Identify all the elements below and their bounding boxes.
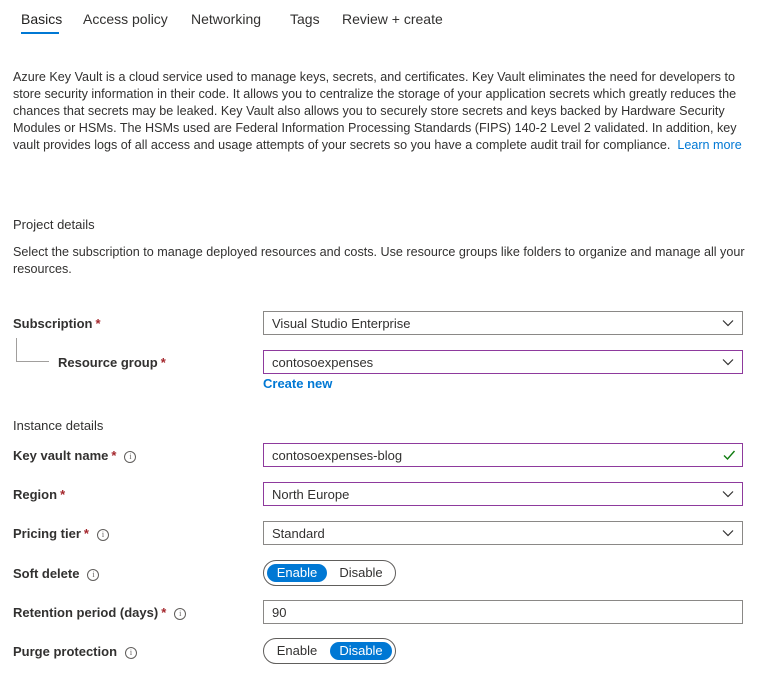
pricing-tier-label-text: Pricing tier <box>13 526 81 541</box>
retention-period-input[interactable]: 90 <box>263 600 743 624</box>
key-vault-name-input[interactable]: contosoexpenses-blog <box>263 443 743 467</box>
tab-review-create[interactable]: Review + create <box>342 11 443 27</box>
retention-period-label-text: Retention period (days) <box>13 605 159 620</box>
purge-protection-enable-option[interactable]: Enable <box>267 642 327 660</box>
chevron-down-icon <box>722 530 734 537</box>
instance-details-heading: Instance details <box>13 418 104 433</box>
tab-access-policy[interactable]: Access policy <box>83 11 168 27</box>
create-new-link[interactable]: Create new <box>263 376 332 391</box>
resource-group-label: Resource group * <box>58 355 166 370</box>
pricing-tier-value: Standard <box>272 526 325 541</box>
subscription-label-text: Subscription <box>13 316 93 331</box>
required-marker: * <box>111 448 117 463</box>
info-icon[interactable]: i <box>124 451 137 463</box>
pricing-tier-label: Pricing tier * i <box>13 526 109 541</box>
region-label: Region * <box>13 487 65 502</box>
purge-protection-label-text: Purge protection <box>13 644 118 659</box>
subscription-label: Subscription * <box>13 316 101 331</box>
intro-text: Azure Key Vault is a cloud service used … <box>13 70 737 152</box>
resource-group-label-text: Resource group <box>58 355 158 370</box>
required-marker: * <box>83 526 89 541</box>
chevron-down-icon <box>722 359 734 366</box>
info-icon[interactable]: i <box>125 647 138 659</box>
key-vault-name-label-text: Key vault name <box>13 448 109 463</box>
purge-protection-toggle: Enable Disable <box>263 638 396 664</box>
key-vault-name-value: contosoexpenses-blog <box>272 448 403 463</box>
retention-period-label: Retention period (days) * i <box>13 605 187 620</box>
purge-protection-label: Purge protection i <box>13 644 138 659</box>
resource-group-dropdown[interactable]: contosoexpenses <box>263 350 743 374</box>
soft-delete-disable-option[interactable]: Disable <box>330 564 392 582</box>
tab-tags[interactable]: Tags <box>290 11 320 27</box>
required-marker: * <box>95 316 101 331</box>
info-icon[interactable]: i <box>174 608 187 620</box>
intro-description: Azure Key Vault is a cloud service used … <box>13 69 748 154</box>
required-marker: * <box>160 355 166 370</box>
region-value: North Europe <box>272 487 350 502</box>
tree-connector <box>16 338 49 362</box>
chevron-down-icon <box>722 491 734 498</box>
learn-more-link[interactable]: Learn more <box>677 138 741 152</box>
info-icon[interactable]: i <box>96 529 109 541</box>
tab-basics[interactable]: Basics <box>21 11 62 27</box>
purge-protection-disable-option[interactable]: Disable <box>330 642 392 660</box>
chevron-down-icon <box>722 320 734 327</box>
region-dropdown[interactable]: North Europe <box>263 482 743 506</box>
tab-networking[interactable]: Networking <box>191 11 261 27</box>
region-label-text: Region <box>13 487 58 502</box>
retention-period-value: 90 <box>272 605 287 620</box>
soft-delete-label: Soft delete i <box>13 566 100 581</box>
checkmark-icon <box>723 450 736 461</box>
required-marker: * <box>60 487 66 502</box>
soft-delete-enable-option[interactable]: Enable <box>267 564 327 582</box>
project-details-heading: Project details <box>13 217 95 232</box>
soft-delete-toggle: Enable Disable <box>263 560 396 586</box>
wizard-tabs: Basics Access policy Networking Tags Rev… <box>0 0 776 40</box>
active-tab-indicator <box>21 32 59 34</box>
project-details-description: Select the subscription to manage deploy… <box>13 245 745 276</box>
subscription-dropdown[interactable]: Visual Studio Enterprise <box>263 311 743 335</box>
info-icon[interactable]: i <box>87 569 100 581</box>
required-marker: * <box>161 605 167 620</box>
subscription-value: Visual Studio Enterprise <box>272 316 411 331</box>
key-vault-name-label: Key vault name * i <box>13 448 137 463</box>
resource-group-value: contosoexpenses <box>272 355 374 370</box>
pricing-tier-dropdown[interactable]: Standard <box>263 521 743 545</box>
soft-delete-label-text: Soft delete <box>13 566 80 581</box>
